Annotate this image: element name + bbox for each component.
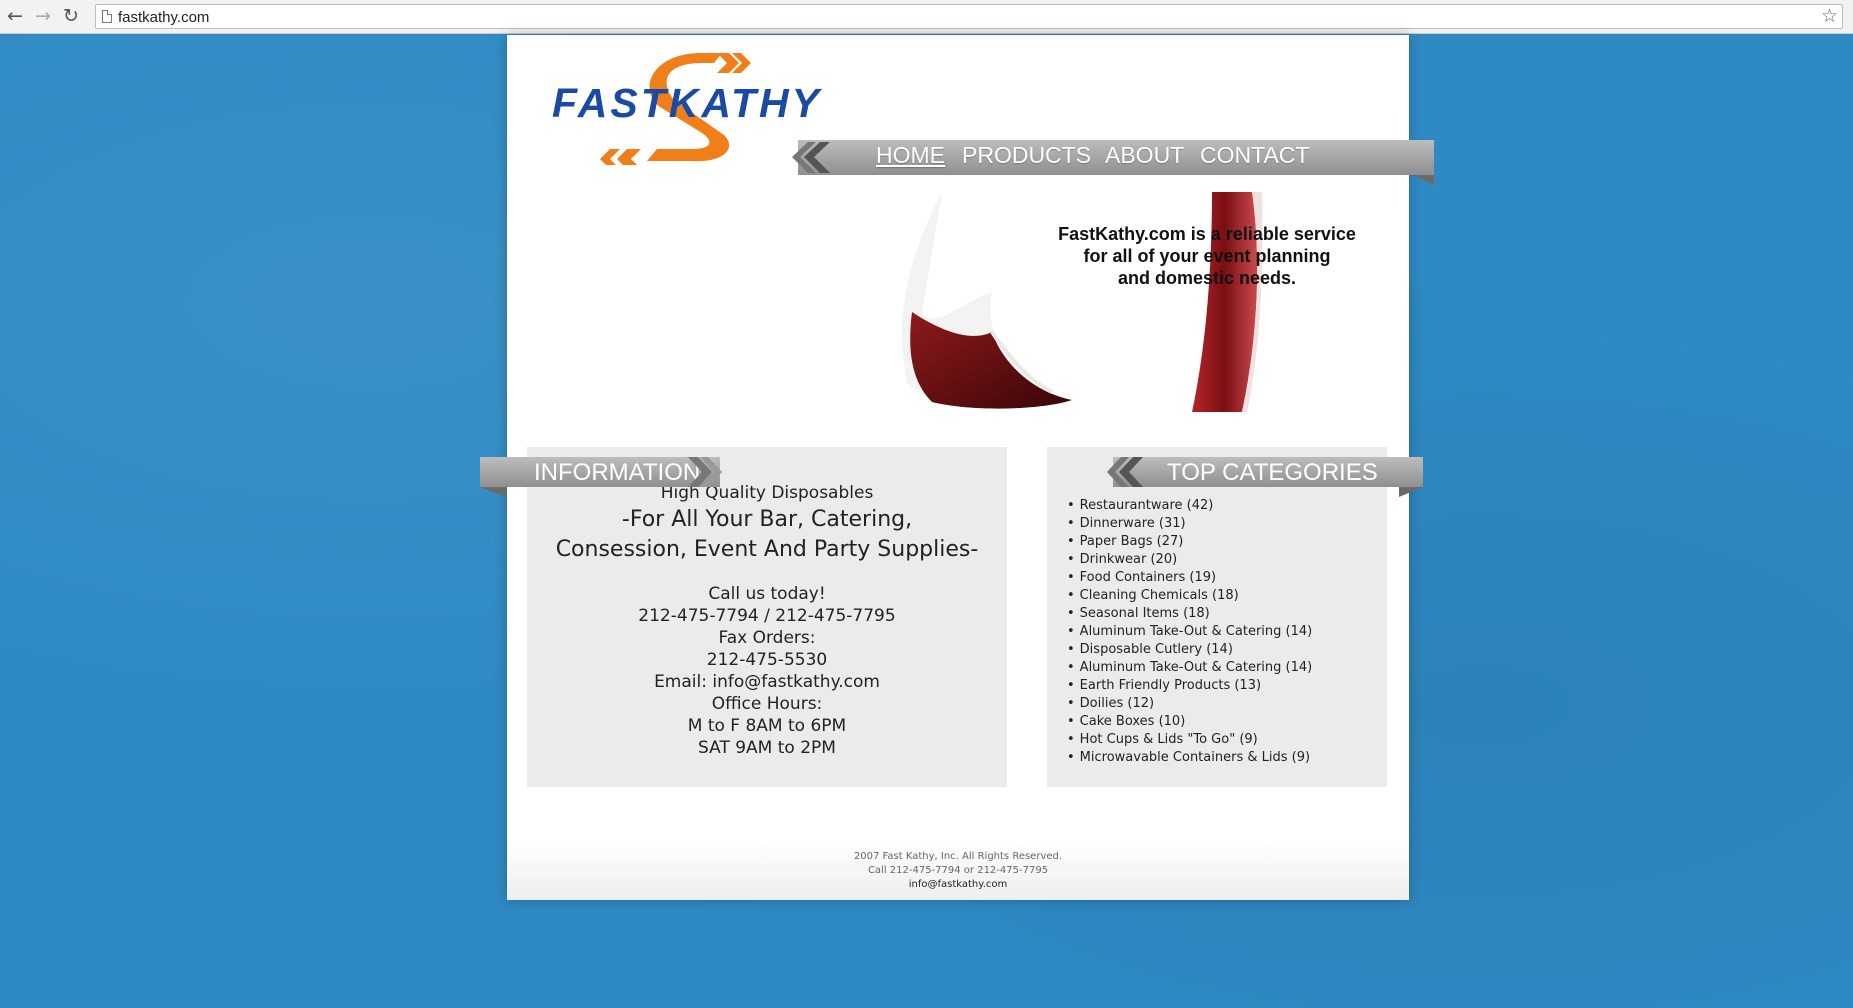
- info-contact: Call us today! 212-475-7794 / 212-475-77…: [527, 583, 1007, 759]
- double-chevron-icon: [792, 142, 830, 173]
- category-item[interactable]: Earth Friendly Products (13): [1067, 677, 1312, 695]
- contact-line: M to F 8AM to 6PM: [687, 716, 847, 736]
- category-item[interactable]: Seasonal Items (18): [1067, 605, 1312, 623]
- contact-line: 212-475-7794 / 212-475-7795: [638, 606, 896, 626]
- address-bar[interactable]: fastkathy.com ☆: [95, 4, 1843, 29]
- info-headline-line: -For All Your Bar, Catering,: [621, 507, 913, 532]
- contact-line: 212-475-5530: [706, 650, 828, 670]
- category-item[interactable]: Hot Cups & Lids "To Go" (9): [1067, 731, 1312, 749]
- top-categories-panel: Restaurantware (42) Dinnerware (31) Pape…: [1047, 447, 1387, 787]
- category-item[interactable]: Paper Bags (27): [1067, 533, 1312, 551]
- hero-line: and domestic needs.: [1117, 268, 1297, 288]
- category-item[interactable]: Cleaning Chemicals (18): [1067, 587, 1312, 605]
- reload-icon[interactable]: ↻: [60, 5, 82, 27]
- footer-copyright: 2007 Fast Kathy, Inc. All Rights Reserve…: [853, 851, 1063, 862]
- info-headline-line: Consession, Event And Party Supplies-: [555, 537, 979, 562]
- contact-line: Office Hours:: [711, 694, 823, 714]
- info-headline: -For All Your Bar, Catering, Consession,…: [527, 505, 1007, 565]
- category-item[interactable]: Aluminum Take-Out & Catering (14): [1067, 659, 1313, 677]
- nav-products[interactable]: PRODUCTS: [962, 142, 1091, 169]
- hero-line: FastKathy.com is a reliable service: [1058, 224, 1356, 244]
- nav-about[interactable]: ABOUT: [1105, 142, 1184, 169]
- nav-fold: [1412, 175, 1434, 185]
- information-content: High Quality Disposables -For All Your B…: [527, 481, 1007, 759]
- double-chevron-icon: [1107, 457, 1143, 487]
- category-item[interactable]: Microwavable Containers & Lids (9): [1067, 749, 1312, 767]
- star-icon[interactable]: ☆: [1821, 5, 1838, 27]
- information-title: INFORMATION: [534, 459, 701, 486]
- category-item[interactable]: Doilies (12): [1067, 695, 1312, 713]
- category-item[interactable]: Restaurantware (42): [1067, 497, 1312, 515]
- footer-phone: Call 212-475-7794 or 212-475-7795: [867, 865, 1049, 876]
- contact-line: Email: info@fastkathy.com: [654, 672, 880, 692]
- back-arrow-icon[interactable]: ←: [4, 5, 26, 27]
- category-item[interactable]: Disposable Cutlery (14): [1067, 641, 1312, 659]
- logo-text: FASTKATHY: [552, 80, 822, 126]
- nav-home[interactable]: HOME: [876, 142, 945, 169]
- category-item[interactable]: Cake Boxes (10): [1067, 713, 1312, 731]
- hero-line: for all of your event planning: [1083, 246, 1331, 266]
- contact-line: SAT 9AM to 2PM: [698, 738, 836, 758]
- category-item[interactable]: Food Containers (19): [1067, 569, 1312, 587]
- url-text[interactable]: fastkathy.com: [118, 9, 209, 26]
- information-ribbon: INFORMATION: [480, 457, 722, 497]
- footer-email[interactable]: info@fastkathy.com: [507, 878, 1409, 892]
- nav-contact[interactable]: CONTACT: [1200, 142, 1309, 169]
- footer: 2007 Fast Kathy, Inc. All Rights Reserve…: [507, 850, 1409, 892]
- category-item[interactable]: Dinnerware (31): [1067, 515, 1312, 533]
- top-categories-ribbon: TOP CATEGORIES: [1107, 457, 1423, 497]
- browser-toolbar: ← → ↻ fastkathy.com ☆: [0, 0, 1853, 34]
- page-icon: [102, 10, 112, 23]
- page-container: FASTKATHY HOME PRODUCTS ABOUT CONTACT Fa…: [480, 35, 1434, 900]
- forward-arrow-icon[interactable]: →: [32, 5, 54, 27]
- top-categories-title: TOP CATEGORIES: [1167, 459, 1378, 486]
- logo[interactable]: FASTKATHY: [552, 45, 819, 165]
- main-nav: HOME PRODUCTS ABOUT CONTACT: [792, 140, 1434, 185]
- contact-line: Call us today!: [708, 584, 826, 604]
- category-item[interactable]: Aluminum Take-Out & Catering (14): [1067, 623, 1313, 641]
- category-item[interactable]: Drinkwear (20): [1067, 551, 1312, 569]
- ribbon-fold: [1399, 487, 1423, 497]
- double-chevron-icon: [688, 457, 722, 487]
- contact-line: Fax Orders:: [718, 628, 816, 648]
- category-list: Restaurantware (42) Dinnerware (31) Pape…: [1067, 497, 1313, 767]
- information-panel: High Quality Disposables -For All Your B…: [527, 447, 1007, 787]
- hero-text: FastKathy.com is a reliable service for …: [1042, 223, 1372, 289]
- ribbon-fold: [480, 487, 506, 497]
